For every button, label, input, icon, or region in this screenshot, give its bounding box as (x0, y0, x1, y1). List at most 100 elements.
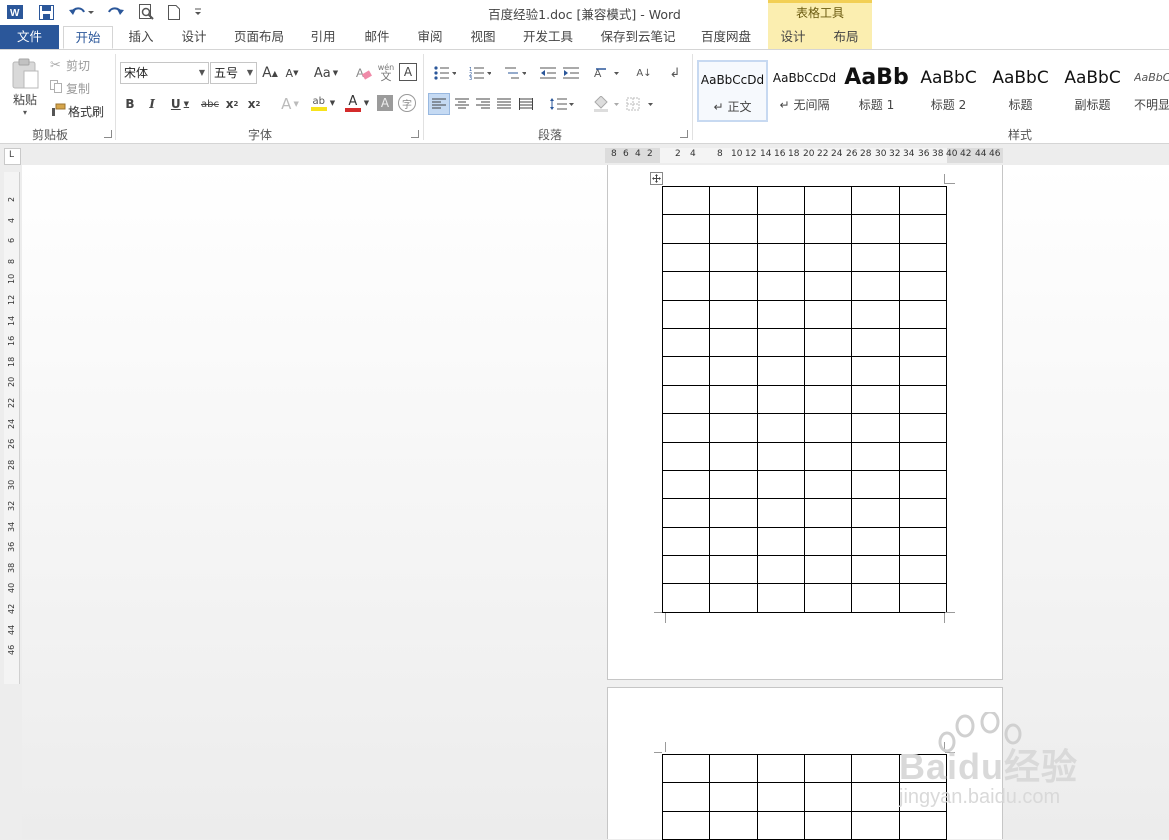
table-cell[interactable] (898, 583, 948, 613)
tab-view[interactable]: 视图 (461, 26, 505, 49)
align-right-button[interactable] (473, 93, 493, 115)
shrink-font-button[interactable]: A ▼ (284, 64, 300, 82)
show-hide-marks-button[interactable]: ↲ (666, 62, 684, 84)
table-cell[interactable] (661, 810, 711, 840)
table-cell[interactable] (709, 753, 758, 784)
table-cell[interactable] (803, 242, 853, 273)
table-cell[interactable] (898, 555, 948, 585)
table-cell[interactable] (898, 810, 948, 840)
table-cell[interactable] (661, 469, 711, 500)
table-cell[interactable] (851, 810, 900, 840)
table-cell[interactable] (851, 413, 900, 443)
table-move-handle[interactable] (650, 172, 663, 185)
table-cell[interactable] (851, 583, 900, 613)
table-cell[interactable] (851, 555, 900, 585)
strikethrough-button[interactable]: abc (199, 94, 221, 114)
paragraph-launcher-icon[interactable] (680, 130, 688, 138)
tab-page-layout[interactable]: 页面布局 (227, 26, 291, 49)
table-cell[interactable] (709, 498, 758, 528)
style-subtle-emphasis[interactable]: AaBbC 不明显 (1129, 60, 1169, 122)
table-cell[interactable] (898, 413, 948, 443)
table-cell[interactable] (803, 526, 853, 557)
tab-baidu-netdisk[interactable]: 百度网盘 (694, 26, 758, 49)
character-border-button[interactable]: A (399, 63, 417, 81)
table-cell[interactable] (756, 299, 805, 329)
underline-button[interactable]: U ▼ (166, 94, 194, 114)
table-cell[interactable] (709, 214, 758, 244)
style-subtitle[interactable]: AaBbC 副标题 (1057, 60, 1128, 122)
table-cell[interactable] (661, 384, 711, 415)
table-cell[interactable] (661, 583, 711, 613)
sort-button[interactable]: A↓ (634, 62, 654, 84)
table-cell[interactable] (803, 469, 853, 500)
table-cell[interactable] (709, 413, 758, 443)
table-cell[interactable] (898, 327, 948, 358)
table-cell[interactable] (661, 782, 711, 812)
table-cell[interactable] (756, 242, 805, 273)
table-cell[interactable] (803, 583, 853, 613)
style-title[interactable]: AaBbC 标题 (985, 60, 1056, 122)
style-normal[interactable]: AaBbCcDd ↵ 正文 (697, 60, 768, 122)
table-cell[interactable] (851, 327, 900, 358)
table-cell[interactable] (756, 384, 805, 415)
style-heading-1[interactable]: AaBb 标题 1 (841, 60, 912, 122)
table-cell[interactable] (756, 185, 805, 216)
grow-font-button[interactable]: A ▲ (262, 64, 278, 82)
table-cell[interactable] (803, 753, 853, 784)
table-cell[interactable] (709, 271, 758, 301)
table-cell[interactable] (898, 498, 948, 528)
bold-button[interactable]: B (122, 94, 138, 114)
tab-references[interactable]: 引用 (300, 26, 346, 49)
subscript-button[interactable]: x2 (223, 94, 241, 114)
highlight-button[interactable]: ab ▼ (307, 92, 339, 114)
table-cell[interactable] (851, 469, 900, 500)
tab-table-design[interactable]: 设计 (772, 26, 814, 49)
table-cell[interactable] (803, 413, 853, 443)
table-cell[interactable] (851, 498, 900, 528)
table-cell[interactable] (803, 299, 853, 329)
table-cell[interactable] (756, 498, 805, 528)
table-cell[interactable] (756, 583, 805, 613)
chinese-layout-button[interactable]: A (592, 62, 622, 84)
table-cell[interactable] (756, 810, 805, 840)
table-cell[interactable] (803, 782, 853, 812)
table-cell[interactable] (851, 526, 900, 557)
increase-indent-button[interactable] (561, 62, 581, 84)
tab-insert[interactable]: 插入 (120, 26, 162, 49)
table-cell[interactable] (709, 441, 758, 471)
table-cell[interactable] (661, 498, 711, 528)
table-cell[interactable] (898, 356, 948, 386)
table-cell[interactable] (709, 583, 758, 613)
clear-formatting-button[interactable]: A (355, 63, 373, 83)
table-cell[interactable] (756, 526, 805, 557)
font-launcher-icon[interactable] (411, 130, 419, 138)
table-cell[interactable] (709, 327, 758, 358)
table-cell[interactable] (709, 384, 758, 415)
table-cell[interactable] (898, 384, 948, 415)
text-effects-button[interactable]: A ▼ (276, 94, 304, 114)
table-cell[interactable] (661, 413, 711, 443)
borders-button[interactable] (624, 93, 656, 115)
table-cell[interactable] (851, 384, 900, 415)
table-cell[interactable] (803, 498, 853, 528)
table-cell[interactable] (756, 327, 805, 358)
cut-button[interactable]: ✂ 剪切 (50, 56, 102, 74)
table-cell[interactable] (756, 441, 805, 471)
table-cell[interactable] (851, 185, 900, 216)
line-spacing-button[interactable] (547, 93, 577, 115)
table-cell[interactable] (709, 356, 758, 386)
table-cell[interactable] (661, 214, 711, 244)
change-case-button[interactable]: Aa ▼ (312, 64, 340, 82)
table-cell[interactable] (661, 271, 711, 301)
table-cell[interactable] (851, 753, 900, 784)
table-cell[interactable] (709, 185, 758, 216)
table-cell[interactable] (661, 356, 711, 386)
align-center-button[interactable] (452, 93, 472, 115)
table-cell[interactable] (898, 469, 948, 500)
table-cell[interactable] (661, 242, 711, 273)
table-cell[interactable] (803, 271, 853, 301)
table-cell[interactable] (851, 242, 900, 273)
enclose-characters-button[interactable]: 字 (398, 94, 416, 112)
table-1[interactable] (661, 185, 948, 613)
format-painter-button[interactable]: 格式刷 (50, 102, 110, 120)
